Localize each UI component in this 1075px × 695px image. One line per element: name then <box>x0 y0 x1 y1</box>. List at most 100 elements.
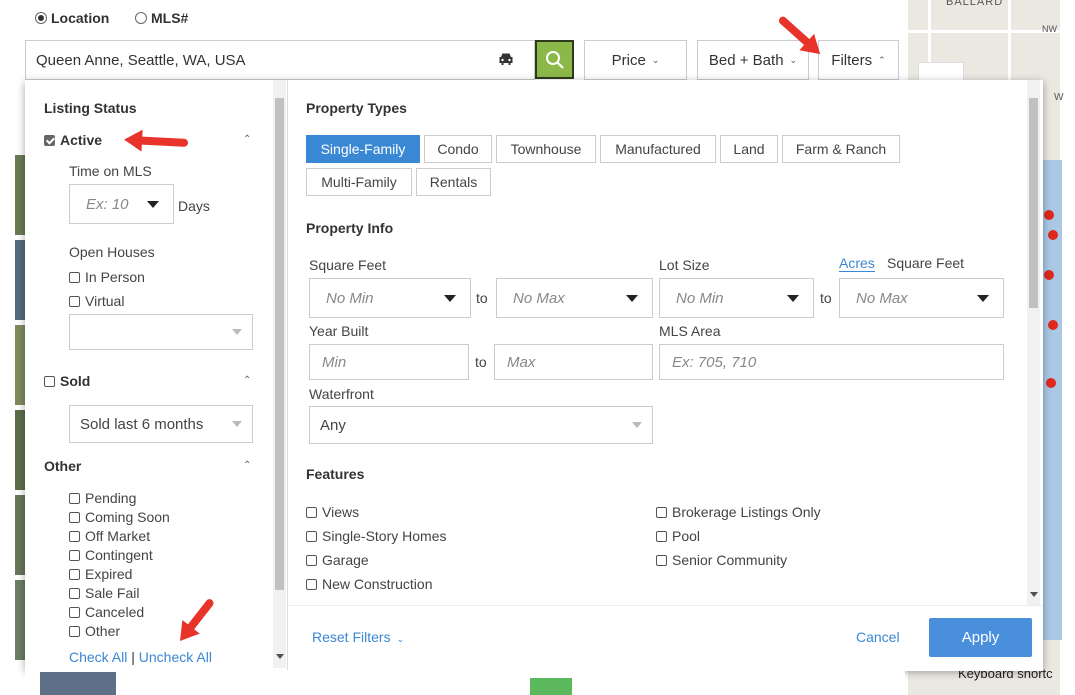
listing-thumbnail[interactable] <box>40 672 116 695</box>
mls-radio[interactable] <box>135 12 147 24</box>
map-marker[interactable] <box>1048 230 1058 240</box>
time-on-mls-select[interactable]: Ex: 10 <box>69 184 174 224</box>
sqft-max-select[interactable]: No Max <box>496 278 653 318</box>
checkbox-icon[interactable] <box>44 376 55 387</box>
map-marker[interactable] <box>1048 320 1058 330</box>
type-land[interactable]: Land <box>720 135 778 163</box>
price-button[interactable]: Price ⌄ <box>584 40 687 80</box>
type-townhouse[interactable]: Townhouse <box>496 135 596 163</box>
map-place-label: BALLARD <box>946 0 1004 8</box>
search-button[interactable] <box>535 40 574 79</box>
cancel-button[interactable]: Cancel <box>856 629 900 645</box>
scroll-down-icon[interactable] <box>276 654 284 659</box>
other-item-sale-fail[interactable]: Sale Fail <box>69 585 139 601</box>
dropdown-caret-icon <box>147 200 159 208</box>
reset-filters-button[interactable]: Reset Filters ⌄ <box>312 629 404 645</box>
checkbox-icon[interactable] <box>69 531 80 542</box>
other-item-label: Coming Soon <box>85 509 170 525</box>
main-scrollbar[interactable] <box>1027 80 1040 605</box>
checkbox-icon[interactable] <box>306 579 317 590</box>
location-label: Location <box>51 10 110 26</box>
checkbox-icon[interactable] <box>656 507 667 518</box>
type-condo[interactable]: Condo <box>424 135 492 163</box>
checkbox-icon[interactable] <box>69 493 80 504</box>
map-marker[interactable] <box>1046 378 1056 388</box>
type-farm-ranch[interactable]: Farm & Ranch <box>782 135 900 163</box>
in-person-checkbox[interactable]: In Person <box>69 269 145 285</box>
search-icon <box>545 50 564 69</box>
checkbox-icon[interactable] <box>306 555 317 566</box>
sidebar-scrollbar[interactable] <box>273 80 286 668</box>
search-input[interactable]: Queen Anne, Seattle, WA, USA <box>25 40 535 80</box>
other-item-off-market[interactable]: Off Market <box>69 528 150 544</box>
bed-bath-button[interactable]: Bed + Bath ⌄ <box>697 40 809 80</box>
lot-min-select[interactable]: No Min <box>659 278 814 318</box>
property-types-title: Property Types <box>306 100 407 116</box>
feature-senior-community[interactable]: Senior Community <box>656 552 787 568</box>
checkbox-icon[interactable] <box>69 550 80 561</box>
waterfront-select[interactable]: Any <box>309 406 653 444</box>
acres-toggle[interactable]: Acres <box>839 255 875 272</box>
sidebar-scroll-thumb[interactable] <box>275 98 284 590</box>
checkbox-icon[interactable] <box>69 588 80 599</box>
type-rentals[interactable]: Rentals <box>416 168 491 196</box>
chevron-down-icon: ⌄ <box>651 54 660 65</box>
type-manufactured[interactable]: Manufactured <box>600 135 716 163</box>
type-multi-family[interactable]: Multi-Family <box>306 168 412 196</box>
feature-views[interactable]: Views <box>306 504 359 520</box>
other-item-contingent[interactable]: Contingent <box>69 547 153 563</box>
checkbox-icon[interactable] <box>656 555 667 566</box>
year-max-input[interactable]: Max <box>494 344 653 380</box>
sold-period-select[interactable]: Sold last 6 months <box>69 405 253 443</box>
search-type-location[interactable]: Location <box>35 10 109 26</box>
chevron-up-icon[interactable]: ⌃ <box>243 460 251 471</box>
search-type-mls[interactable]: MLS# <box>135 10 188 26</box>
checkbox-checked-icon[interactable] <box>44 135 55 146</box>
sold-checkbox[interactable]: Sold <box>44 373 90 389</box>
feature-single-story[interactable]: Single-Story Homes <box>306 528 447 544</box>
sqft-min-select[interactable]: No Min <box>309 278 471 318</box>
checkbox-icon[interactable] <box>306 507 317 518</box>
virtual-checkbox[interactable]: Virtual <box>69 293 124 309</box>
lot-max-select[interactable]: No Max <box>839 278 1004 318</box>
chevron-up-icon[interactable]: ⌃ <box>243 134 251 145</box>
chevron-up-icon[interactable]: ⌃ <box>243 375 251 386</box>
feature-brokerage-only[interactable]: Brokerage Listings Only <box>656 504 821 520</box>
checkbox-icon[interactable] <box>69 569 80 580</box>
feature-pool[interactable]: Pool <box>656 528 700 544</box>
checkbox-icon[interactable] <box>69 512 80 523</box>
map-marker[interactable] <box>1044 210 1054 220</box>
map-marker[interactable] <box>1044 270 1054 280</box>
apply-button[interactable]: Apply <box>929 618 1032 657</box>
checkbox-icon[interactable] <box>306 531 317 542</box>
open-houses-label: Open Houses <box>69 244 155 260</box>
type-single-family[interactable]: Single-Family <box>306 135 420 163</box>
checkbox-icon[interactable] <box>69 607 80 618</box>
other-title: Other <box>44 458 82 474</box>
main-scroll-thumb[interactable] <box>1029 98 1038 308</box>
scroll-down-icon[interactable] <box>1030 592 1038 597</box>
filters-button[interactable]: Filters ⌃ <box>818 40 899 80</box>
feature-garage[interactable]: Garage <box>306 552 369 568</box>
other-item-pending[interactable]: Pending <box>69 490 136 506</box>
listing-badge[interactable] <box>530 678 572 695</box>
checkbox-icon[interactable] <box>656 531 667 542</box>
other-item-coming-soon[interactable]: Coming Soon <box>69 509 170 525</box>
uncheck-all-link[interactable]: Uncheck All <box>139 649 212 665</box>
check-all-link[interactable]: Check All <box>69 649 127 665</box>
open-houses-select[interactable] <box>69 314 253 350</box>
checkbox-icon[interactable] <box>69 296 80 307</box>
car-icon[interactable] <box>498 52 514 69</box>
checkbox-icon[interactable] <box>69 272 80 283</box>
other-item-expired[interactable]: Expired <box>69 566 132 582</box>
other-item-label: Other <box>85 623 121 639</box>
other-item-canceled[interactable]: Canceled <box>69 604 144 620</box>
other-item-other[interactable]: Other <box>69 623 120 639</box>
lot-square-feet-toggle[interactable]: Square Feet <box>887 255 964 271</box>
mls-area-input[interactable]: Ex: 705, 710 <box>659 344 1004 380</box>
active-checkbox[interactable]: Active <box>44 132 102 148</box>
year-min-input[interactable]: Min <box>309 344 469 380</box>
location-radio[interactable] <box>35 12 47 24</box>
feature-new-construction[interactable]: New Construction <box>306 576 433 592</box>
checkbox-icon[interactable] <box>69 626 80 637</box>
